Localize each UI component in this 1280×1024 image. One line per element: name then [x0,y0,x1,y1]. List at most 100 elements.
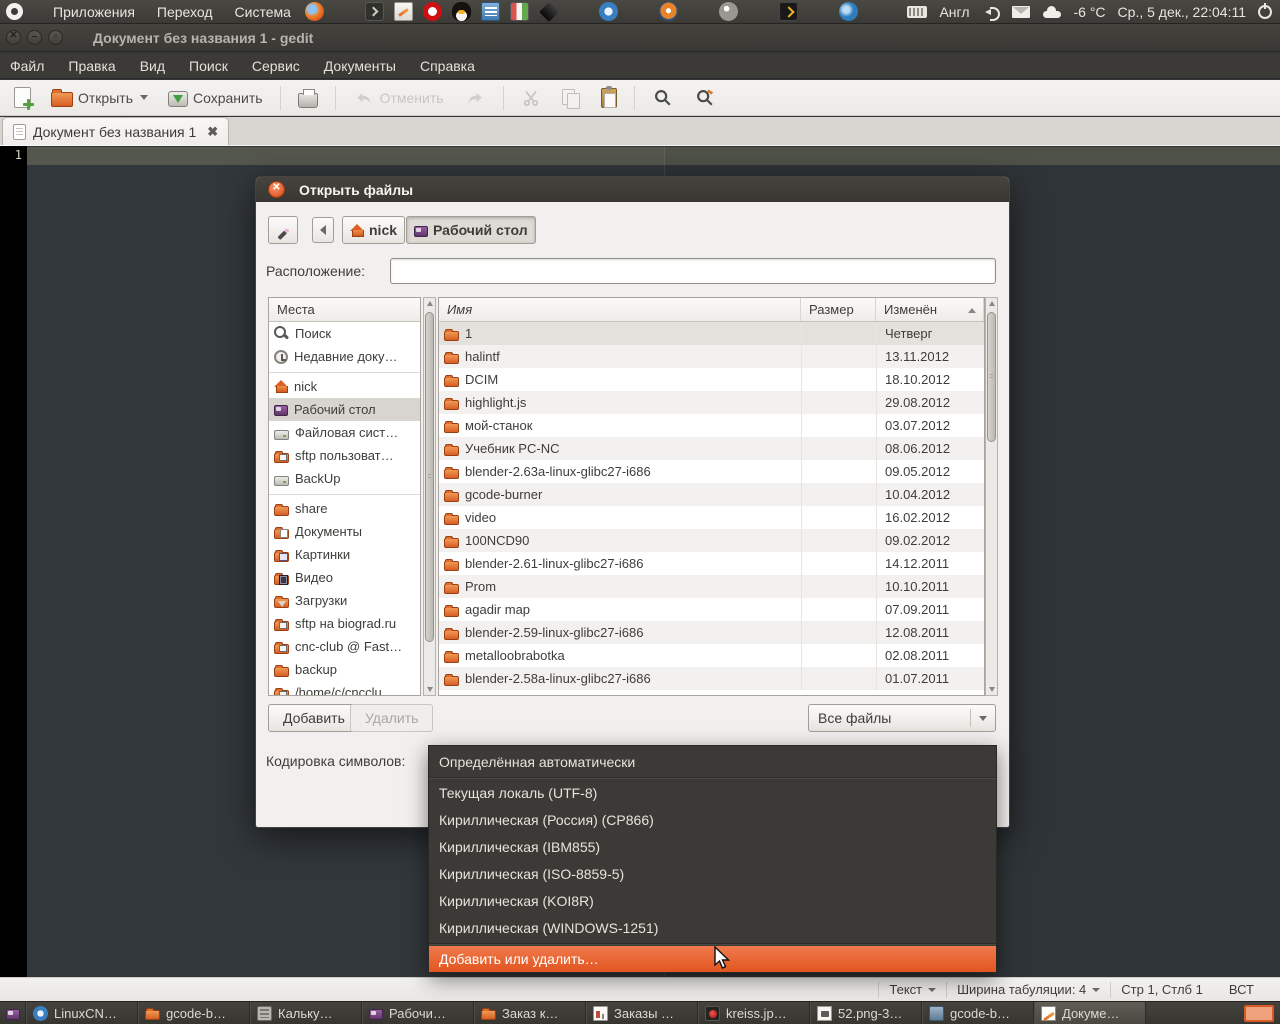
file-row[interactable]: agadir map 07.09.2011 [439,598,984,621]
encoding-menu-item[interactable]: Текущая локаль (UTF-8) [429,780,996,807]
place-item[interactable]: Рабочий стол [269,398,420,421]
place-item[interactable]: Картинки [269,543,420,566]
file-row[interactable]: Учебник PC-NC 08.06.2012 [439,437,984,460]
file-row[interactable]: video 16.02.2012 [439,506,984,529]
place-item[interactable]: Файловая сист… [269,421,420,444]
scrollbar-thumb[interactable] [987,312,996,442]
window-maximize-button[interactable] [48,30,63,45]
scroll-down-icon[interactable] [427,687,433,692]
taskbar-window-button[interactable]: Заказы … [586,1002,698,1024]
app-launcher[interactable] [839,2,859,22]
file-row[interactable]: halintf 13.11.2012 [439,345,984,368]
add-bookmark-button[interactable]: Добавить [268,704,360,732]
files-scrollbar[interactable] [985,297,998,696]
taskbar-window-button[interactable]: 52.png-3… [810,1002,922,1024]
place-item[interactable]: /home/c/cncclu… [269,681,420,695]
column-header-name[interactable]: Имя [439,298,801,321]
taskbar-window-button[interactable]: gcode-b… [138,1002,250,1024]
scroll-up-icon[interactable] [427,301,433,306]
keyboard-icon[interactable] [907,5,928,18]
file-row[interactable]: highlight.js 29.08.2012 [439,391,984,414]
volume-icon[interactable] [982,5,1000,21]
menu-item[interactable]: Поиск [189,58,228,74]
path-back-button[interactable] [312,217,334,243]
panel-menu-item[interactable]: Переход [157,4,213,20]
file-row[interactable]: DCIM 18.10.2012 [439,368,984,391]
encoding-menu-item[interactable]: Кириллическая (IBM855) [429,834,996,861]
column-header-modified[interactable]: Изменён [876,298,984,321]
workspace-switcher[interactable] [1244,1004,1274,1022]
location-input[interactable] [390,258,996,284]
taskbar-window-button[interactable]: Докуме… [1034,1002,1146,1024]
app-launcher[interactable] [481,2,501,22]
place-item[interactable]: sftp пользоват… [269,444,420,467]
place-item[interactable]: Загрузки [269,589,420,612]
file-row[interactable]: 100NCD90 09.02.2012 [439,529,984,552]
file-row[interactable]: 1 Четверг [439,322,984,345]
tab-width-combo[interactable]: Ширина табуляции: 4 [957,982,1101,997]
taskbar-window-button[interactable]: gcode-b… [922,1002,1034,1024]
place-item[interactable]: Недавние доку… [269,345,420,368]
file-row[interactable]: Prom 10.10.2011 [439,575,984,598]
place-item[interactable]: cnc-club @ Fast… [269,635,420,658]
panel-menu-item[interactable]: Приложения [53,4,135,20]
encoding-menu-item[interactable]: Кириллическая (ISO-8859-5) [429,861,996,888]
open-button[interactable]: Открыть [45,85,154,110]
place-item[interactable]: backup [269,658,420,681]
place-item[interactable]: Видео [269,566,420,589]
app-launcher[interactable] [305,2,325,22]
app-launcher[interactable] [779,2,799,22]
encoding-menu-item[interactable]: Кириллическая (Россия) (CP866) [429,807,996,834]
scrollbar-thumb[interactable] [425,312,434,642]
place-item[interactable]: Документы [269,520,420,543]
power-icon[interactable] [1258,2,1272,19]
encoding-menu-item[interactable]: Кириллическая (WINDOWS-1251) [429,915,996,942]
app-launcher[interactable] [539,1,559,22]
encoding-menu-item[interactable]: Определённая автоматически [429,749,996,776]
places-scrollbar[interactable] [423,297,436,696]
file-row[interactable]: blender-2.61-linux-glibc27-i686 14.12.20… [439,552,984,575]
menu-item[interactable]: Документы [324,58,396,74]
window-close-button[interactable] [6,30,21,45]
column-header-size[interactable]: Размер [801,298,876,321]
menu-item[interactable]: Файл [10,58,44,74]
app-launcher[interactable] [365,2,385,22]
app-launcher[interactable] [599,2,619,22]
taskbar-window-button[interactable]: LinuxCN… [26,1002,138,1024]
clock[interactable]: Ср., 5 дек., 22:04:11 [1118,4,1246,20]
file-row[interactable]: blender-2.63a-linux-glibc27-i686 09.05.2… [439,460,984,483]
language-indicator[interactable]: Англ [939,4,969,20]
path-segment-button[interactable]: Рабочий стол [406,216,536,244]
place-item[interactable]: sftp на biograd.ru [269,612,420,635]
taskbar-window-button[interactable]: Заказ к… [474,1002,586,1024]
search-replace-button[interactable] [688,84,722,112]
highlight-mode-combo[interactable]: Текст [889,982,937,997]
file-filter-combo[interactable]: Все файлы [808,704,996,732]
file-row[interactable]: metalloobrabotka 02.08.2011 [439,644,984,667]
place-item[interactable]: share [269,497,420,520]
menu-item[interactable]: Правка [68,58,115,74]
place-item[interactable]: BackUp [269,467,420,490]
window-minimize-button[interactable] [27,30,42,45]
app-launcher[interactable] [719,2,739,22]
app-launcher[interactable] [423,2,443,22]
app-launcher[interactable] [510,2,530,22]
file-row[interactable]: мой-станок 03.07.2012 [439,414,984,437]
taskbar-window-button[interactable]: kreiss.jp… [698,1002,810,1024]
document-tab[interactable]: Документ без названия 1 ✖ [2,117,230,145]
weather-icon[interactable] [1042,5,1062,18]
dialog-close-button[interactable] [268,181,285,198]
place-item[interactable]: nick [269,375,420,398]
menu-item[interactable]: Вид [140,58,165,74]
app-launcher[interactable] [452,2,472,22]
menu-item[interactable]: Справка [420,58,475,74]
file-row[interactable]: blender-2.59-linux-glibc27-i686 12.08.20… [439,621,984,644]
panel-menu-item[interactable]: Система [235,4,291,20]
file-row[interactable]: blender-2.58a-linux-glibc27-i686 01.07.2… [439,667,984,690]
new-document-button[interactable] [8,84,37,111]
scroll-down-icon[interactable] [989,687,995,692]
encoding-menu-item[interactable]: Кириллическая (KOI8R) [429,888,996,915]
scroll-up-icon[interactable] [989,301,995,306]
place-item[interactable]: Поиск [269,322,420,345]
taskbar-window-button[interactable]: Рабочи… [362,1002,474,1024]
